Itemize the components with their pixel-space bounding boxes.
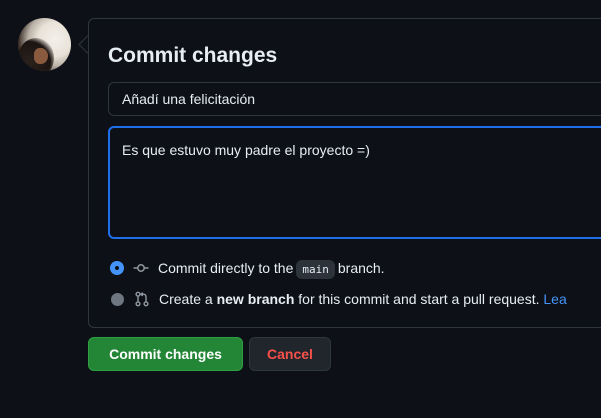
commit-panel: Commit changes Es que estuvo muy padre e… <box>88 18 601 328</box>
commit-direct-option[interactable]: Commit directly to the main branch. <box>111 257 385 279</box>
new-branch-prefix: Create a <box>159 291 213 307</box>
new-branch-label: Create a new branch for this commit and … <box>159 291 567 307</box>
commit-page: Commit changes Es que estuvo muy padre e… <box>0 0 601 418</box>
learn-more-link[interactable]: Lea <box>543 291 566 307</box>
commit-description-textarea[interactable]: Es que estuvo muy padre el proyecto =) <box>108 126 601 239</box>
new-branch-option[interactable]: Create a new branch for this commit and … <box>111 288 567 310</box>
commit-changes-button[interactable]: Commit changes <box>88 337 243 371</box>
radio-commit-direct[interactable] <box>111 262 123 274</box>
git-commit-icon <box>133 260 149 276</box>
cancel-button[interactable]: Cancel <box>249 337 331 371</box>
avatar[interactable] <box>18 18 71 71</box>
avatar-detail <box>34 48 48 64</box>
radio-new-branch[interactable] <box>111 292 124 306</box>
new-branch-emphasis: new branch <box>216 291 295 307</box>
branch-name-badge: main <box>296 260 335 279</box>
new-branch-suffix: for this commit and start a pull request… <box>298 291 540 307</box>
git-pull-request-icon <box>134 291 150 307</box>
page-title: Commit changes <box>108 44 278 67</box>
commit-summary-input[interactable] <box>108 82 601 116</box>
commit-direct-suffix: branch. <box>337 260 385 276</box>
commit-direct-label: Commit directly to the main branch. <box>158 260 385 279</box>
commit-direct-prefix: Commit directly to the <box>158 260 294 276</box>
